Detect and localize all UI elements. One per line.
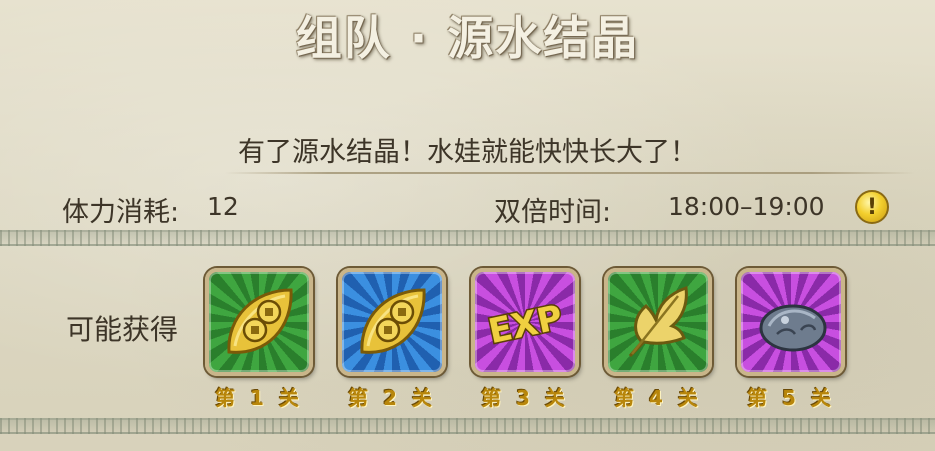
stage-label: 第 2 关 <box>348 386 436 410</box>
double-time-label: 双倍时间: <box>494 197 612 228</box>
reward-item-5[interactable]: 第 5 关 <box>737 268 845 410</box>
stage-label: 第 1 关 <box>215 386 303 410</box>
divider <box>225 172 915 174</box>
dungeon-info-panel: 组队 · 源水结晶 有了源水结晶！水娃就能快快长大了！ 体力消耗: 12 双倍时… <box>0 0 935 451</box>
reward-item-3[interactable]: EXP 第 3 关 <box>471 268 579 410</box>
reward-item-1[interactable]: 第 1 关 <box>205 268 313 410</box>
stage-label: 第 5 关 <box>747 386 835 410</box>
double-time-value: 18:00–19:00 <box>668 192 825 221</box>
exp-icon: EXP <box>484 296 568 354</box>
golden-leaf-icon <box>628 285 688 358</box>
stamina-cost-label: 体力消耗: <box>62 197 180 228</box>
page-title: 组队 · 源水结晶 <box>295 11 640 65</box>
ore-stone-icon <box>759 304 827 352</box>
stage-label: 第 4 关 <box>614 386 702 410</box>
description-text: 有了源水结晶！水娃就能快快长大了！ <box>238 137 697 168</box>
reward-item-4[interactable]: 第 4 关 <box>604 268 712 410</box>
stamina-cost-value: 12 <box>207 192 239 221</box>
reward-frame: EXP <box>471 268 579 376</box>
reward-frame <box>737 268 845 376</box>
svg-text:EXP: EXP <box>485 298 566 353</box>
gold-coin-leaf-icon <box>360 288 426 354</box>
gold-coin-leaf-icon <box>227 288 293 354</box>
ornamental-border-top <box>0 230 935 246</box>
info-button[interactable]: ! <box>855 190 889 224</box>
reward-frame <box>338 268 446 376</box>
reward-frame <box>604 268 712 376</box>
ornamental-border-bottom <box>0 418 935 434</box>
possible-rewards-label: 可能获得 <box>66 313 179 346</box>
stage-label: 第 3 关 <box>481 386 569 410</box>
reward-item-2[interactable]: 第 2 关 <box>338 268 446 410</box>
exclamation-icon: ! <box>866 194 878 220</box>
reward-frame <box>205 268 313 376</box>
